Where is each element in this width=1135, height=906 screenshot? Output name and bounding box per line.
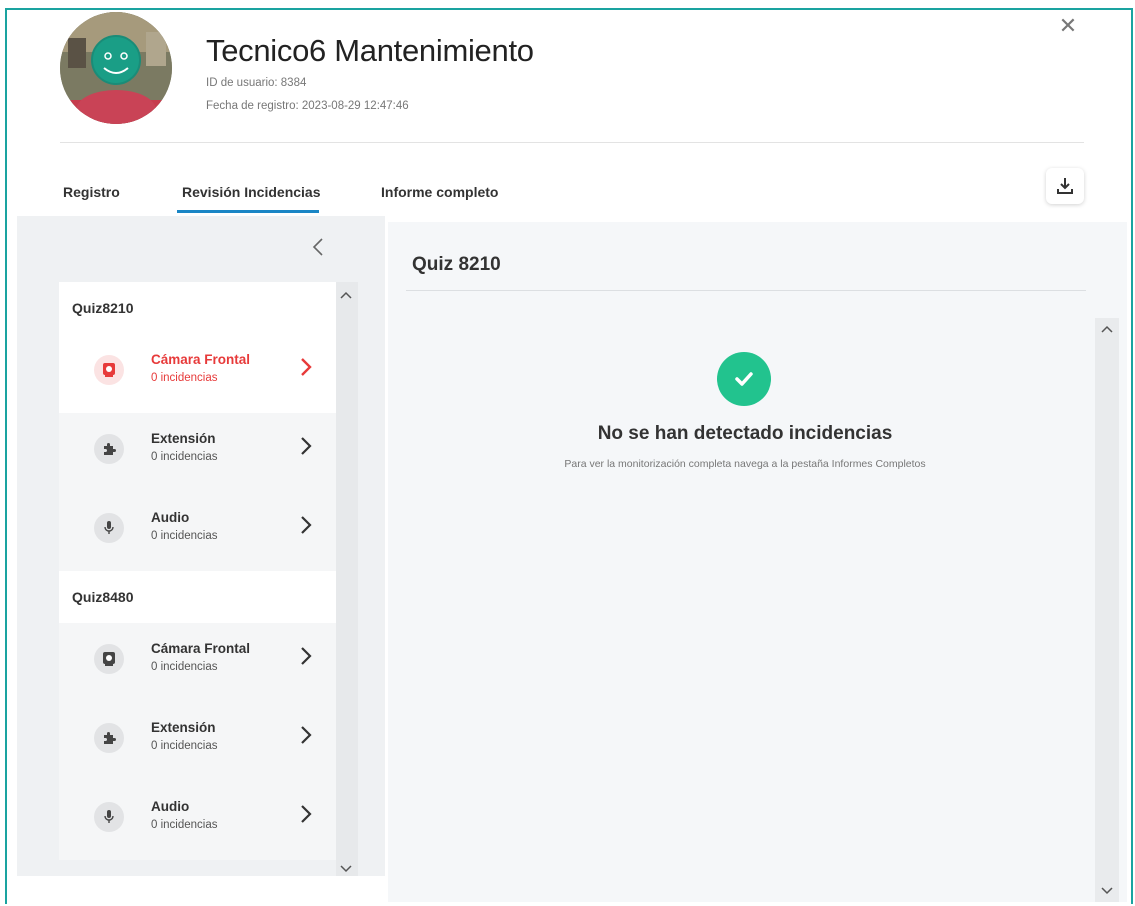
- scroll-up-icon[interactable]: [340, 288, 352, 302]
- collapse-sidebar-icon[interactable]: [311, 236, 325, 264]
- user-id: ID de usuario: 8384: [206, 77, 307, 89]
- list-item-camara-frontal[interactable]: Cámara Frontal 0 incidencias: [59, 334, 336, 413]
- scroll-down-icon[interactable]: [1101, 884, 1113, 898]
- group-header-quiz8210: Quiz8210: [59, 282, 336, 334]
- list-item-audio[interactable]: Audio 0 incidencias: [59, 492, 336, 571]
- item-label: Audio: [151, 799, 190, 814]
- registration-date: Fecha de registro: 2023-08-29 12:47:46: [206, 100, 409, 112]
- item-label: Extensión: [151, 720, 216, 735]
- download-button[interactable]: [1046, 168, 1084, 204]
- microphone-icon: [94, 513, 124, 543]
- sidebar-scrollbar[interactable]: [336, 282, 358, 876]
- item-label: Audio: [151, 510, 190, 525]
- item-count: 0 incidencias: [151, 740, 218, 752]
- chevron-right-icon: [299, 724, 313, 751]
- chevron-right-icon: [299, 645, 313, 672]
- detail-panel: [388, 222, 1127, 902]
- puzzle-icon: [94, 723, 124, 753]
- scroll-down-icon[interactable]: [340, 862, 352, 876]
- chevron-right-icon: [299, 514, 313, 541]
- header-divider: [60, 142, 1084, 143]
- list-item-extension[interactable]: Extensión 0 incidencias: [59, 702, 336, 781]
- item-count: 0 incidencias: [151, 530, 218, 542]
- scroll-up-icon[interactable]: [1101, 322, 1113, 336]
- tab-revision-incidencias[interactable]: Revisión Incidencias: [182, 184, 321, 200]
- item-count: 0 incidencias: [151, 819, 218, 831]
- chevron-right-icon: [299, 356, 313, 383]
- download-icon: [1057, 178, 1073, 194]
- detail-scrollbar[interactable]: [1095, 318, 1119, 902]
- chevron-right-icon: [299, 803, 313, 830]
- status-text: Para ver la monitorización completa nave…: [564, 458, 926, 470]
- list-item-audio[interactable]: Audio 0 incidencias: [59, 781, 336, 860]
- list-item-camara-frontal[interactable]: Cámara Frontal 0 incidencias: [59, 623, 336, 702]
- user-name: Tecnico6 Mantenimiento: [206, 33, 534, 68]
- microphone-icon: [94, 802, 124, 832]
- avatar: [60, 12, 172, 124]
- item-count: 0 incidencias: [151, 372, 218, 384]
- active-tab-indicator: [177, 210, 319, 213]
- quiz-divider: [406, 290, 1086, 291]
- group-header-quiz8480: Quiz8480: [59, 571, 336, 623]
- item-label: Cámara Frontal: [151, 352, 251, 367]
- close-icon[interactable]: ✕: [1056, 14, 1080, 38]
- incident-list: Quiz8210 Cámara Frontal 0 incidencias Ex…: [59, 282, 336, 860]
- status-title: No se han detectado incidencias: [597, 423, 893, 444]
- quiz-title: Quiz 8210: [412, 254, 501, 275]
- check-circle-icon: [717, 352, 771, 406]
- item-count: 0 incidencias: [151, 661, 218, 673]
- tab-informe-completo[interactable]: Informe completo: [381, 184, 498, 200]
- tab-registro[interactable]: Registro: [63, 184, 120, 200]
- camera-icon: [94, 355, 124, 385]
- item-label: Cámara Frontal: [151, 641, 251, 656]
- camera-icon: [94, 644, 124, 674]
